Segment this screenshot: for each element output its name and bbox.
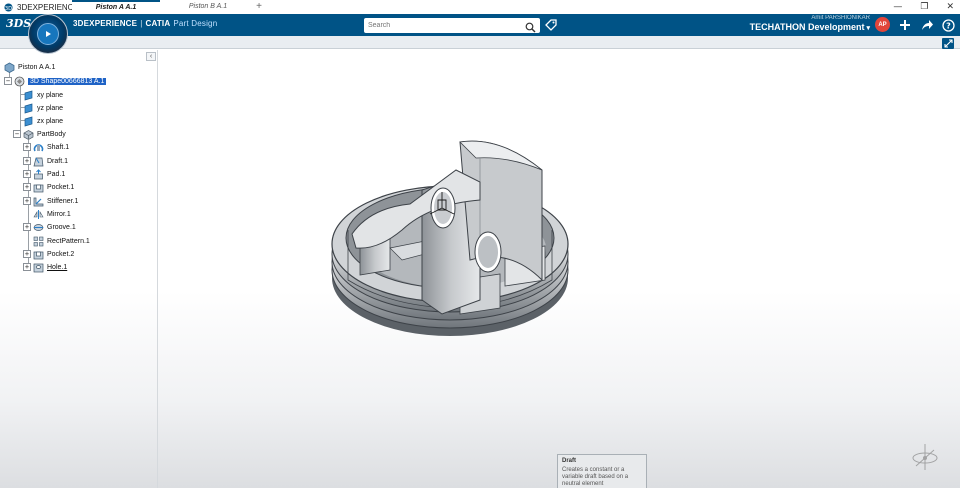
tree-node-label: xy plane [37,91,64,99]
piston-3d-model[interactable] [330,130,570,340]
minimize-button[interactable]: — [893,2,902,12]
tab-bar [0,36,960,49]
close-window-button[interactable]: ✕ [946,2,954,12]
tree-expand-toggle[interactable]: + [23,183,31,191]
tree-node-shaft[interactable]: + Shaft.1 [23,141,69,153]
search-icon[interactable] [525,20,536,33]
tag-icon[interactable] [544,18,558,32]
tree-node-label: Piston A A.1 [18,63,56,71]
ds-logo[interactable]: 3DS [6,17,31,30]
brand-catia: CATIA [145,19,171,28]
tree-node-label: Pocket.2 [47,250,75,258]
robot-compass-icon[interactable] [908,440,942,474]
groove-icon [33,222,44,233]
tree-expand-toggle[interactable]: + [23,197,31,205]
hole-icon [33,262,44,273]
tree-node-mirror[interactable]: Mirror.1 [33,208,71,220]
tree-node-label: Hole.1 [47,263,68,271]
tree-node-label: Mirror.1 [47,210,71,218]
tree-node-label: Pad.1 [47,170,66,178]
stiffener-icon [33,196,44,207]
tree-node-pocket-1[interactable]: + Pocket.1 [23,181,74,193]
tree-node-rectpattern[interactable]: RectPattern.1 [33,235,90,247]
share-icon[interactable] [918,16,936,34]
tree-expand-toggle[interactable]: + [23,263,31,271]
plane-icon [23,90,34,101]
chevron-down-icon: ▾ [866,25,870,32]
fullscreen-button[interactable] [942,38,954,49]
compass-button[interactable] [28,14,68,54]
tree-expand-toggle[interactable]: + [23,250,31,258]
shaft-icon [33,142,44,153]
tree-collapse-toggle[interactable]: − [4,77,12,85]
tree-node-xy-plane[interactable]: xy plane [23,89,63,101]
tree-node-partbody[interactable]: − PartBody [13,128,66,140]
tree-node-label: 3D Shape00666813 A.1 [28,77,107,85]
search-input[interactable] [368,22,518,29]
tree-node-label: Stiffener.1 [47,197,79,205]
draft-tooltip: Draft Creates a constant or a variable d… [557,454,647,488]
rect-pattern-icon [33,236,44,247]
tooltip-title: Draft [562,458,577,464]
draft-icon [33,156,44,167]
plane-icon [23,116,34,127]
tree-node-label: Pocket.1 [47,183,75,191]
maximize-button[interactable]: ❐ [920,2,928,12]
pocket-icon [33,249,44,260]
window-title: 3DEXPERIENCE [17,2,79,12]
brand-separator: | [140,19,143,28]
window-controls: — ❐ ✕ [893,0,954,14]
collab-space-name: TECHATHON Development [749,22,865,32]
3d-shape-icon [14,76,25,87]
tree-expand-toggle[interactable]: + [23,143,31,151]
tree-node-label: Draft.1 [47,157,69,165]
avatar[interactable]: AP [875,17,890,32]
user-name: Amit PARSHIONIKAR [811,15,870,21]
tree-node-label: PartBody [37,130,66,138]
tree-node-pad[interactable]: + Pad.1 [23,168,65,180]
user-block[interactable]: Amit PARSHIONIKAR TECHATHON Development ▾ [750,15,870,32]
tree-expand-toggle[interactable]: + [23,170,31,178]
collapse-tree-button[interactable]: ‹ [146,52,156,61]
tab-piston-b[interactable]: Piston B A.1 [164,0,252,13]
expand-icon [943,39,953,48]
tree-expand-toggle[interactable]: + [23,223,31,231]
tree-node-label: zx plane [37,117,64,125]
tree-node-label: yz plane [37,104,64,112]
search-box[interactable] [364,18,540,33]
brand-app-name: Part Design [173,19,218,28]
svg-text:3D: 3D [4,5,12,11]
tree-node-label: Shaft.1 [47,143,70,151]
tooltip-text: Creates a constant or a variable draft b… [562,467,629,487]
product-icon [4,62,15,73]
add-tab-button[interactable]: + [254,0,264,13]
tree-node-label: RectPattern.1 [47,237,90,245]
mirror-icon [33,209,44,220]
tree-node-zx-plane[interactable]: zx plane [23,115,63,127]
tree-collapse-toggle[interactable]: − [13,130,21,138]
tree-node-pocket-2[interactable]: + Pocket.2 [23,248,74,260]
pocket-icon [33,182,44,193]
svg-text:?: ? [946,21,951,30]
collab-space-selector[interactable]: TECHATHON Development ▾ [750,22,870,32]
3dexperience-app-icon: 3D [3,2,13,12]
tree-node-hole[interactable]: + Hole.1 [23,261,67,273]
partbody-icon [23,129,34,140]
tree-node-draft[interactable]: + Draft.1 [23,155,68,167]
tree-node-stiffener[interactable]: + Stiffener.1 [23,195,78,207]
help-icon[interactable]: ? [939,16,957,34]
tree-expand-toggle[interactable]: + [23,157,31,165]
compass-play-icon [37,23,59,45]
brand-3dexperience: 3DEXPERIENCE [73,19,138,28]
tree-node-3d-shape[interactable]: − 3D Shape00666813 A.1 [4,75,107,87]
brand-title: 3DEXPERIENCE | CATIA Part Design [73,19,217,28]
add-icon[interactable] [896,16,914,34]
tree-node-label: Groove.1 [47,223,76,231]
tree-node-groove[interactable]: + Groove.1 [23,221,76,233]
tree-node-yz-plane[interactable]: yz plane [23,102,63,114]
tab-piston-a[interactable]: Piston A A.1 [72,0,160,13]
pad-icon [33,168,44,180]
tree-node-root[interactable]: Piston A A.1 [4,61,55,73]
plane-icon [23,103,34,114]
